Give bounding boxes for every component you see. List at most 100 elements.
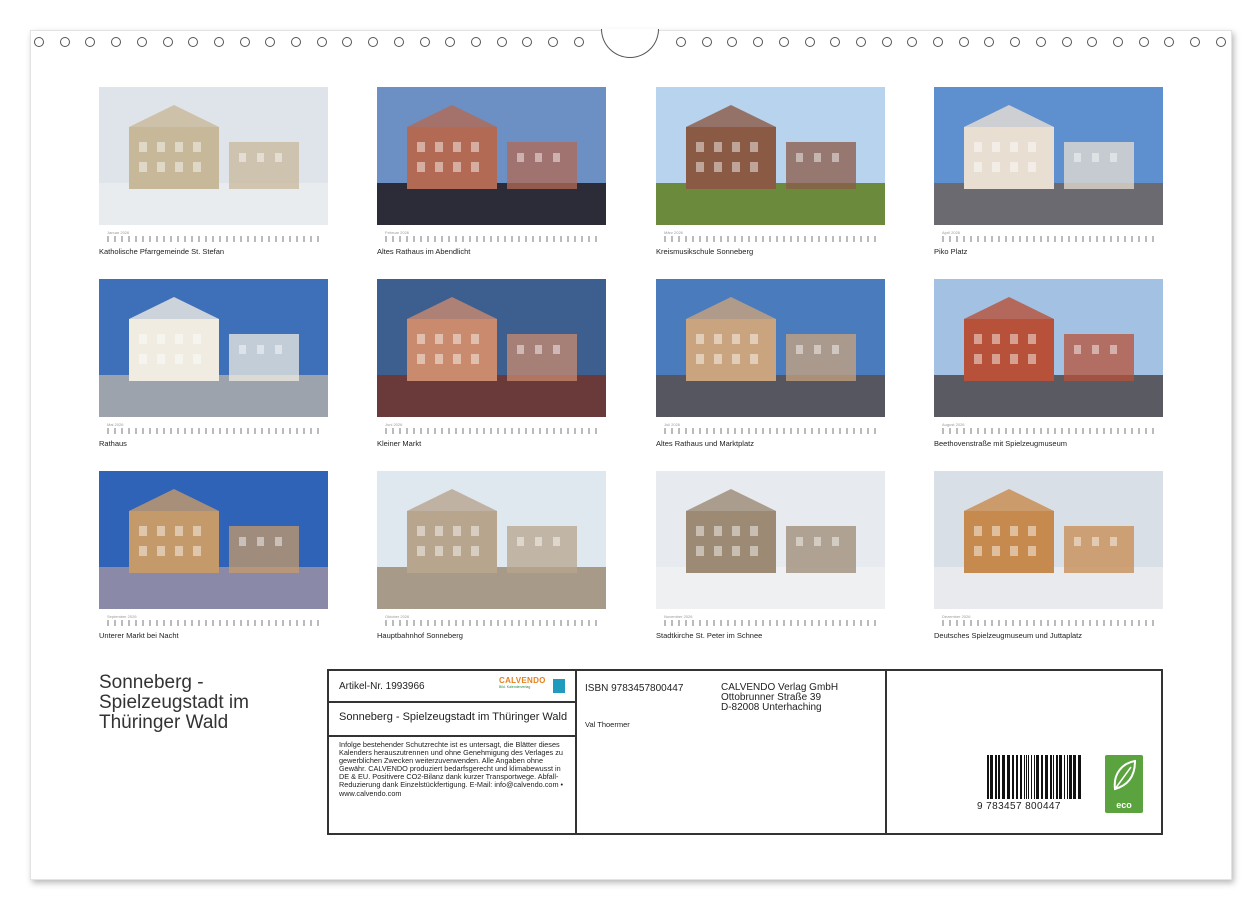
month-tile: Juli 2026 Altes Rathaus und Marktplatz (656, 279, 885, 448)
eco-badge: eco (1105, 755, 1143, 813)
month-calendar-strip: Dezember 2026 (934, 615, 1163, 627)
article-row: Artikel-Nr. 1993966 CALVENDO Bild. Kalen… (329, 671, 575, 703)
barcode-bar (1067, 755, 1068, 799)
month-photo (377, 87, 606, 225)
eco-label: eco (1105, 800, 1143, 810)
month-name: September 2026 (107, 614, 137, 619)
barcode-bar (1069, 755, 1072, 799)
legal-text: Infolge bestehender Schutzrechte ist es … (329, 737, 575, 798)
binding-holes (0, 0, 1260, 30)
title-row: Sonneberg - Spielzeugstadt im Thüringer … (329, 703, 575, 737)
binding-hole (471, 37, 481, 47)
binding-hole (1036, 37, 1046, 47)
month-photo (656, 87, 885, 225)
month-name: Dezember 2026 (942, 614, 970, 619)
binding-hole (34, 37, 44, 47)
month-name: November 2026 (664, 614, 692, 619)
barcode-bar (995, 755, 997, 799)
month-tile: Januar 2026 Katholische Pfarrgemeinde St… (99, 87, 328, 256)
month-calendar-strip: August 2026 (934, 423, 1163, 435)
day-grid (107, 620, 320, 626)
month-calendar-strip: November 2026 (656, 615, 885, 627)
day-grid (942, 620, 1155, 626)
binding-hole (1190, 37, 1200, 47)
month-calendar-strip: Mai 2026 (99, 423, 328, 435)
month-tile: März 2026 Kreismusikschule Sonneberg (656, 87, 885, 256)
binding-hole (317, 37, 327, 47)
binding-hole (60, 37, 70, 47)
barcode-bar (1034, 755, 1035, 799)
barcode-bar (1012, 755, 1014, 799)
month-caption: Stadtkirche St. Peter im Schnee (656, 631, 885, 640)
day-grid (385, 620, 598, 626)
binding-hole (1216, 37, 1226, 47)
month-photo (99, 87, 328, 225)
barcode-bar (1028, 755, 1029, 799)
binding-hole (497, 37, 507, 47)
barcode-bar (1020, 755, 1022, 799)
month-tile: Juni 2026 Kleiner Markt (377, 279, 606, 448)
binding-hole (676, 37, 686, 47)
barcode-bar (1050, 755, 1052, 799)
binding-hole (163, 37, 173, 47)
month-calendar-strip: April 2026 (934, 231, 1163, 243)
barcode-bar (1016, 755, 1018, 799)
barcode-bar (1031, 755, 1032, 799)
binding-hole (702, 37, 712, 47)
month-tile: August 2026 Beethovenstraße mit Spielzeu… (934, 279, 1163, 448)
barcode-bar (1024, 755, 1025, 799)
barcode-bar (1059, 755, 1062, 799)
barcode-bar (1007, 755, 1010, 799)
month-name: Februar 2026 (385, 230, 409, 235)
binding-hole (959, 37, 969, 47)
day-grid (664, 236, 877, 242)
article-number: Artikel-Nr. 1993966 (339, 681, 425, 692)
month-calendar-strip: Juni 2026 (377, 423, 606, 435)
binding-hole (1139, 37, 1149, 47)
binding-hole (779, 37, 789, 47)
month-tile: Oktober 2026 Hauptbahnhof Sonneberg (377, 471, 606, 640)
month-tile: Dezember 2026 Deutsches Spielzeugmuseum … (934, 471, 1163, 640)
month-photo (377, 279, 606, 417)
month-photo (934, 471, 1163, 609)
barcode-bar (998, 755, 1000, 799)
barcode-bar (1078, 755, 1081, 799)
month-tile: Februar 2026 Altes Rathaus im Abendlicht (377, 87, 606, 256)
binding-hole (856, 37, 866, 47)
barcode-bar (1056, 755, 1058, 799)
info-right-column: 9 783457 800447 eco (887, 671, 1161, 833)
day-grid (664, 620, 877, 626)
month-caption: Rathaus (99, 439, 328, 448)
calvendo-logo: CALVENDO Bild. Kalenderverlag (499, 676, 565, 696)
barcode-bar (1073, 755, 1076, 799)
day-grid (385, 236, 598, 242)
binding-hole (137, 37, 147, 47)
month-name: Juli 2026 (664, 422, 680, 427)
month-calendar-strip: März 2026 (656, 231, 885, 243)
day-grid (942, 428, 1155, 434)
binding-hole (933, 37, 943, 47)
month-caption: Deutsches Spielzeugmuseum und Juttaplatz (934, 631, 1163, 640)
binding-hole (882, 37, 892, 47)
isbn: ISBN 9783457800447 (585, 683, 683, 694)
binding-hole (291, 37, 301, 47)
month-caption: Unterer Markt bei Nacht (99, 631, 328, 640)
month-name: Juni 2026 (385, 422, 402, 427)
calendar-title: Sonneberg - Spielzeugstadt im Thüringer … (99, 673, 319, 733)
barcode-bar (1064, 755, 1065, 799)
month-photo (934, 87, 1163, 225)
month-name: März 2026 (664, 230, 683, 235)
month-photo (99, 279, 328, 417)
binding-hole (1113, 37, 1123, 47)
month-caption: Beethovenstraße mit Spielzeugmuseum (934, 439, 1163, 448)
month-tile: September 2026 Unterer Markt bei Nacht (99, 471, 328, 640)
month-tile: Mai 2026 Rathaus (99, 279, 328, 448)
month-photo (377, 471, 606, 609)
barcode-bar (1045, 755, 1048, 799)
day-grid (664, 428, 877, 434)
month-calendar-strip: Juli 2026 (656, 423, 885, 435)
month-tile: April 2026 Piko Platz (934, 87, 1163, 256)
barcode-number: 9 783457 800447 (977, 801, 1061, 812)
month-name: August 2026 (942, 422, 964, 427)
info-middle-column: ISBN 9783457800447 Val Thoermer CALVENDO… (577, 671, 887, 833)
